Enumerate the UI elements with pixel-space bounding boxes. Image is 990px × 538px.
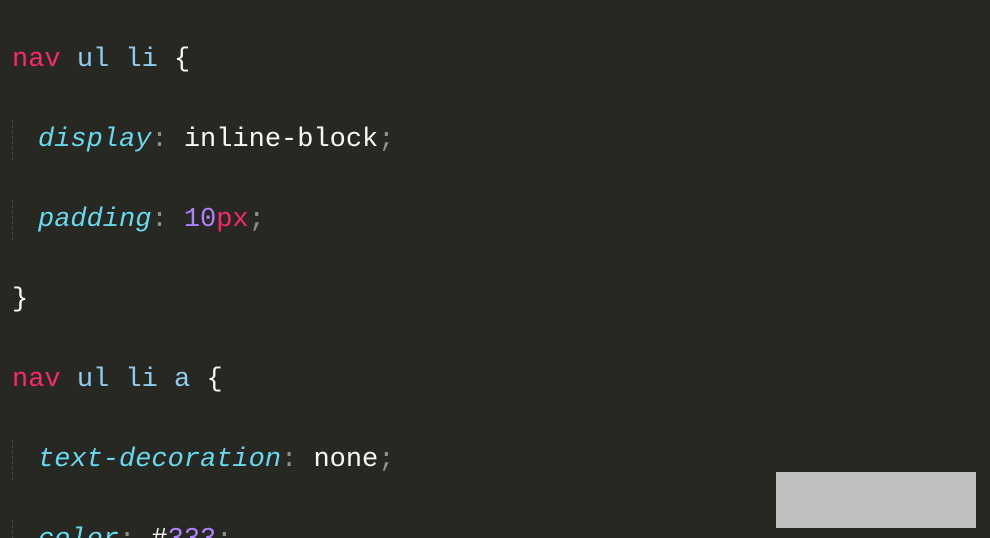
indent-guide — [12, 120, 38, 160]
brace-open: { — [174, 45, 190, 75]
selector-li: li — [125, 365, 157, 395]
scrollbar-thumb[interactable] — [776, 472, 976, 528]
css-number: 10 — [184, 205, 216, 235]
selector-ul: ul — [77, 45, 109, 75]
semicolon: ; — [378, 125, 394, 155]
code-line: padding: 10px; — [12, 200, 990, 240]
indent-guide — [12, 520, 38, 538]
selector-a: a — [174, 365, 190, 395]
hex-value: 333 — [168, 525, 217, 538]
indent-guide — [12, 440, 38, 480]
code-line: nav ul li a { — [12, 360, 990, 400]
semicolon: ; — [249, 205, 265, 235]
indent-guide — [12, 200, 38, 240]
code-line: nav ul li { — [12, 40, 990, 80]
css-property-color: color — [38, 525, 119, 538]
code-line: } — [12, 280, 990, 320]
hex-hash: # — [151, 525, 167, 538]
semicolon: ; — [216, 525, 232, 538]
brace-open: { — [206, 365, 222, 395]
css-unit-px: px — [216, 205, 248, 235]
code-editor[interactable]: nav ul li { display: inline-block; paddi… — [0, 0, 990, 538]
code-line: display: inline-block; — [12, 120, 990, 160]
css-value-none: none — [313, 445, 378, 475]
css-property-text-decoration: text-decoration — [38, 445, 281, 475]
selector-ul: ul — [77, 365, 109, 395]
css-property-padding: padding — [38, 205, 151, 235]
selector-nav: nav — [12, 365, 61, 395]
colon: : — [151, 205, 167, 235]
colon: : — [281, 445, 297, 475]
colon: : — [119, 525, 135, 538]
semicolon: ; — [378, 445, 394, 475]
selector-nav: nav — [12, 45, 61, 75]
colon: : — [151, 125, 167, 155]
selector-li: li — [125, 45, 157, 75]
css-value: inline-block — [184, 125, 378, 155]
css-property-display: display — [38, 125, 151, 155]
brace-close: } — [12, 285, 28, 315]
